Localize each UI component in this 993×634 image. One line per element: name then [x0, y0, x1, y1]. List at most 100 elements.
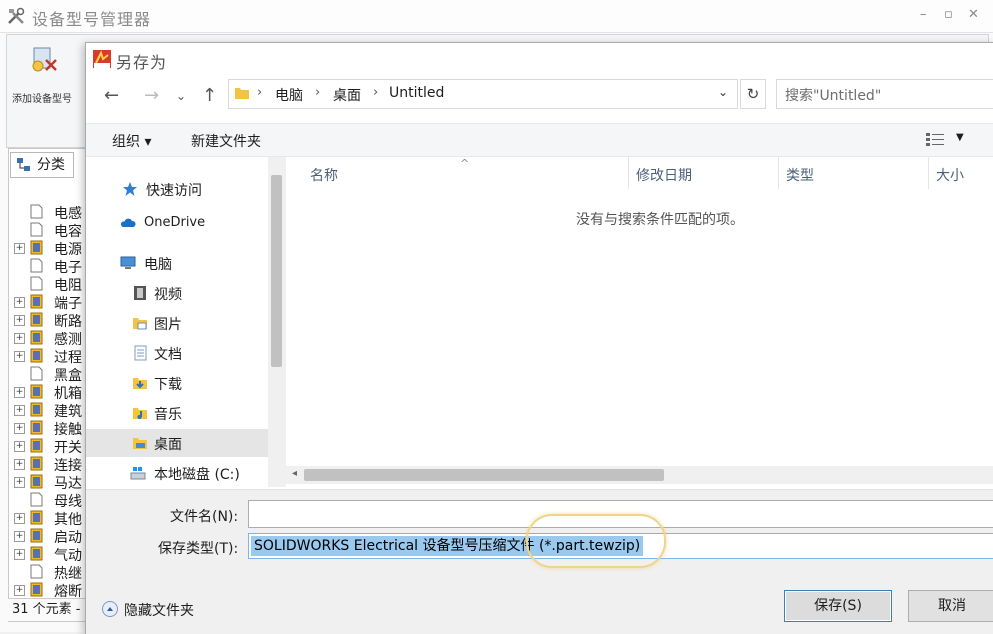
nav-item-music[interactable]: 音乐: [86, 399, 268, 427]
breadcrumb-desktop[interactable]: 桌面: [333, 85, 361, 105]
category-tree-item-label: 机箱: [54, 386, 82, 402]
up-arrow-icon[interactable]: ↑: [202, 85, 217, 106]
category-tree-item-label: 连接: [54, 458, 82, 474]
nav-item-desktop[interactable]: 桌面: [86, 429, 268, 457]
cancel-button[interactable]: 取消: [908, 590, 993, 622]
recent-locations-chevron-icon[interactable]: ⌄: [176, 89, 186, 103]
book-icon: [30, 330, 43, 345]
breadcrumb-separator-icon: ›: [315, 85, 321, 100]
category-tree-item-label: 马达: [54, 476, 82, 492]
nav-item-label: 文档: [154, 347, 182, 363]
add-device-model-label: 添加设备型号: [12, 94, 72, 105]
column-separator[interactable]: [928, 157, 929, 189]
view-options-chevron-icon[interactable]: ▼: [956, 132, 964, 143]
book-icon: [30, 582, 43, 597]
forward-arrow-icon[interactable]: →: [144, 85, 159, 106]
tab-category[interactable]: 分类: [10, 152, 74, 178]
document-icon: [30, 258, 43, 273]
document-icon: [30, 204, 43, 219]
book-icon: [30, 510, 43, 525]
nav-item-documents[interactable]: 文档: [86, 339, 268, 367]
book-icon: [30, 474, 43, 489]
expand-plus-icon[interactable]: +: [14, 477, 25, 488]
category-tree-item-label: 感测: [54, 332, 82, 348]
document-icon: [30, 222, 43, 237]
expand-plus-icon[interactable]: +: [14, 243, 25, 254]
breadcrumb-pc[interactable]: 电脑: [275, 85, 303, 105]
column-header-modified[interactable]: 修改日期: [636, 165, 692, 185]
save-button[interactable]: 保存(S): [784, 590, 892, 622]
nav-item-downloads[interactable]: 下载: [86, 369, 268, 397]
back-arrow-icon[interactable]: ←: [104, 85, 119, 106]
nav-item-onedrive[interactable]: OneDrive: [86, 209, 268, 237]
nav-item-label: 电脑: [144, 257, 172, 273]
tab-category-label: 分类: [37, 157, 65, 173]
expand-plus-icon[interactable]: +: [14, 315, 25, 326]
navigation-pane: 快速访问 OneDrive 电脑 视频 图片 文档 下载 音乐 桌面 本地磁盘 …: [86, 157, 286, 487]
expand-plus-icon[interactable]: +: [14, 513, 25, 524]
view-options-icon[interactable]: [926, 132, 944, 146]
organize-button[interactable]: 组织 ▾: [112, 131, 151, 151]
nav-item-this-pc[interactable]: 电脑: [86, 249, 268, 277]
navigation-scrollbar-thumb[interactable]: [271, 175, 282, 367]
refresh-button[interactable]: ↻: [740, 79, 766, 109]
category-tree-item-label: 电子: [54, 260, 82, 276]
dialog-titlebar[interactable]: 另存为: [86, 43, 993, 73]
expand-plus-icon[interactable]: +: [14, 405, 25, 416]
address-bar[interactable]: › 电脑 › 桌面 › Untitled: [228, 79, 738, 109]
expand-plus-icon[interactable]: +: [14, 387, 25, 398]
category-tree-item-label: 电感: [54, 206, 82, 222]
save-as-dialog: 另存为 ← → ⌄ ↑ › 电脑 › 桌面 › Untitled ⌄ ↻ 搜索"…: [85, 42, 993, 634]
expand-plus-icon[interactable]: +: [14, 423, 25, 434]
category-tree-item-label: 气动: [54, 548, 82, 564]
category-tree-item-label: 电源: [54, 242, 82, 258]
expand-plus-icon[interactable]: +: [14, 585, 25, 596]
column-separator[interactable]: [778, 157, 779, 189]
filetype-label: 保存类型(T):: [158, 541, 239, 557]
expand-plus-icon[interactable]: +: [14, 549, 25, 560]
hide-folders-label: 隐藏文件夹: [124, 603, 194, 619]
expand-plus-icon[interactable]: +: [14, 351, 25, 362]
expand-plus-icon[interactable]: +: [14, 333, 25, 344]
maximize-icon[interactable]: ▫: [944, 7, 953, 22]
category-tree-item-label: 端子: [54, 296, 82, 312]
solidworks-electrical-icon: [93, 50, 111, 68]
document-icon: [30, 492, 43, 507]
tools-icon: [8, 7, 25, 24]
file-list[interactable]: 名称 ^ 修改日期 类型 大小 没有与搜索条件匹配的项。: [286, 157, 993, 487]
folder-icon: [235, 88, 249, 99]
nav-item-quick-access[interactable]: 快速访问: [86, 175, 268, 203]
expand-plus-icon[interactable]: +: [14, 441, 25, 452]
column-header-size[interactable]: 大小: [936, 165, 964, 185]
nav-item-label: 图片: [154, 317, 182, 333]
column-header-name[interactable]: 名称: [310, 165, 338, 185]
address-dropdown-chevron-icon[interactable]: ⌄: [718, 85, 728, 99]
search-input[interactable]: 搜索"Untitled": [776, 79, 993, 109]
category-tree-item-label: 黑盒: [54, 368, 82, 384]
expand-plus-icon[interactable]: +: [14, 531, 25, 542]
close-icon[interactable]: ✕: [968, 7, 979, 22]
nav-item-videos[interactable]: 视频: [86, 279, 268, 307]
minimize-icon[interactable]: –: [920, 7, 927, 22]
expand-plus-icon[interactable]: +: [14, 297, 25, 308]
column-separator[interactable]: [628, 157, 629, 189]
nav-item-local-disk[interactable]: 本地磁盘 (C:): [86, 459, 268, 487]
nav-item-pictures[interactable]: 图片: [86, 309, 268, 337]
nav-item-label: 下载: [154, 377, 182, 393]
documents-folder-icon: [134, 345, 147, 361]
add-device-model-button[interactable]: 添加设备型号: [10, 40, 80, 140]
drive-icon: [130, 467, 146, 480]
category-tree-item-label: 建筑: [54, 404, 82, 420]
book-icon: [30, 294, 43, 309]
refresh-icon: ↻: [746, 85, 760, 103]
downloads-folder-icon: [133, 378, 147, 389]
new-folder-button[interactable]: 新建文件夹: [191, 131, 261, 151]
expand-plus-icon[interactable]: +: [14, 459, 25, 470]
horizontal-scrollbar-thumb[interactable]: [304, 469, 664, 481]
scroll-left-arrow-icon[interactable]: ◂: [292, 468, 297, 479]
category-tree-item-label: 过程: [54, 350, 82, 366]
book-icon: [30, 348, 43, 363]
column-header-type[interactable]: 类型: [786, 165, 814, 185]
breadcrumb-untitled[interactable]: Untitled: [389, 85, 444, 101]
extension-highlight-annotation: [526, 514, 666, 568]
